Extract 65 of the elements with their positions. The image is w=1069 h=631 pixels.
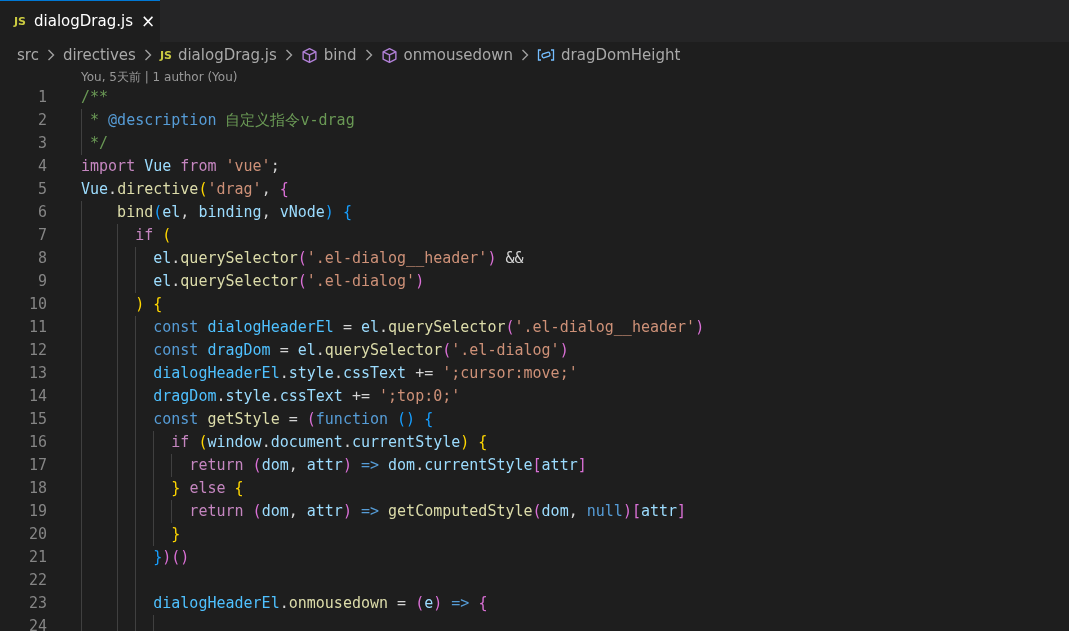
javascript-file-icon: JS bbox=[14, 14, 26, 28]
code-line: })() bbox=[152, 548, 190, 566]
code-line: */ bbox=[89, 134, 109, 152]
code-line: return (dom, attr) => dom.currentStyle[attr] bbox=[188, 456, 587, 474]
breadcrumb-item[interactable]: dialogDrag.js bbox=[177, 46, 277, 64]
code-line: Vue.directive('drag', { bbox=[81, 180, 289, 198]
code-line: if ( bbox=[134, 226, 172, 244]
line-number: 10 bbox=[27, 294, 47, 315]
code-line: ) { bbox=[134, 295, 163, 313]
chevron-right-icon bbox=[143, 49, 152, 61]
variable-icon bbox=[537, 48, 556, 62]
chevron-right-icon bbox=[521, 49, 530, 61]
line-number: 21 bbox=[27, 547, 47, 568]
line-number: 15 bbox=[27, 409, 47, 430]
line-number: 13 bbox=[27, 363, 47, 384]
breadcrumb-item[interactable]: onmousedown bbox=[403, 46, 514, 64]
line-number: 17 bbox=[27, 455, 47, 476]
line-number: 18 bbox=[27, 478, 47, 499]
codelens-text[interactable]: You, 5天前 | 1 author (You) bbox=[81, 70, 238, 84]
line-number: 22 bbox=[27, 570, 47, 591]
breadcrumb-item[interactable]: directives bbox=[62, 46, 136, 64]
code-line: if (window.document.currentStyle) { bbox=[170, 433, 488, 451]
code-line: const getStyle = (function () { bbox=[152, 410, 434, 428]
line-number: 9 bbox=[36, 271, 47, 292]
line-number: 2 bbox=[36, 110, 47, 131]
code-line: dragDom.style.cssText += ';top:0;' bbox=[152, 387, 461, 405]
editor-tab[interactable]: JS dialogDrag.js × bbox=[0, 0, 161, 42]
line-number: 1 bbox=[36, 87, 47, 108]
code-line: import Vue from 'vue'; bbox=[81, 157, 280, 175]
code-line: el.querySelector('.el-dialog') bbox=[152, 272, 425, 290]
chevron-right-icon bbox=[284, 49, 293, 61]
cube-icon bbox=[380, 46, 398, 64]
line-number: 12 bbox=[27, 340, 47, 361]
code-line: el.querySelector('.el-dialog__header') && bbox=[152, 249, 524, 267]
line-number: 19 bbox=[27, 501, 47, 522]
line-number: 14 bbox=[27, 386, 47, 407]
code-line: bind(el, binding, vNode) { bbox=[116, 203, 352, 221]
line-number: 8 bbox=[36, 248, 47, 269]
line-number: 7 bbox=[36, 225, 47, 246]
line-number: 20 bbox=[27, 524, 47, 545]
breadcrumb-item[interactable]: dragDomHeight bbox=[561, 46, 681, 64]
line-number: 11 bbox=[27, 317, 47, 338]
close-icon[interactable]: × bbox=[140, 11, 156, 31]
line-number: 3 bbox=[36, 133, 47, 154]
line-number: 6 bbox=[36, 202, 47, 223]
code-line: return (dom, attr) => getComputedStyle(dom, null)[attr] bbox=[188, 502, 687, 520]
breadcrumb-item[interactable]: src bbox=[17, 46, 39, 64]
code-line: } bbox=[170, 525, 181, 543]
line-number: 4 bbox=[36, 156, 47, 177]
code-line: const dragDom = el.querySelector('.el-dialog') bbox=[152, 341, 569, 359]
code-line: const dialogHeaderEl = el.querySelector('.el-dialog__header') bbox=[152, 318, 705, 336]
code-line: } else { bbox=[170, 479, 244, 497]
code-line: /** bbox=[81, 88, 109, 106]
line-number: 5 bbox=[36, 179, 47, 200]
code-line: dialogHeaderEl.style.cssText += ';cursor:move;' bbox=[152, 364, 578, 382]
line-number: 16 bbox=[27, 432, 47, 453]
chevron-right-icon bbox=[46, 49, 55, 61]
code-line: * @description 自定义指令v-drag bbox=[89, 111, 355, 129]
line-number: 23 bbox=[27, 593, 47, 614]
javascript-file-icon: JS bbox=[159, 48, 172, 62]
cube-icon bbox=[300, 46, 318, 64]
code-line: dialogHeaderEl.onmousedown = (e) => { bbox=[152, 594, 488, 612]
chevron-right-icon bbox=[364, 49, 373, 61]
line-number: 24 bbox=[27, 616, 47, 631]
breadcrumb-item[interactable]: bind bbox=[323, 46, 357, 64]
